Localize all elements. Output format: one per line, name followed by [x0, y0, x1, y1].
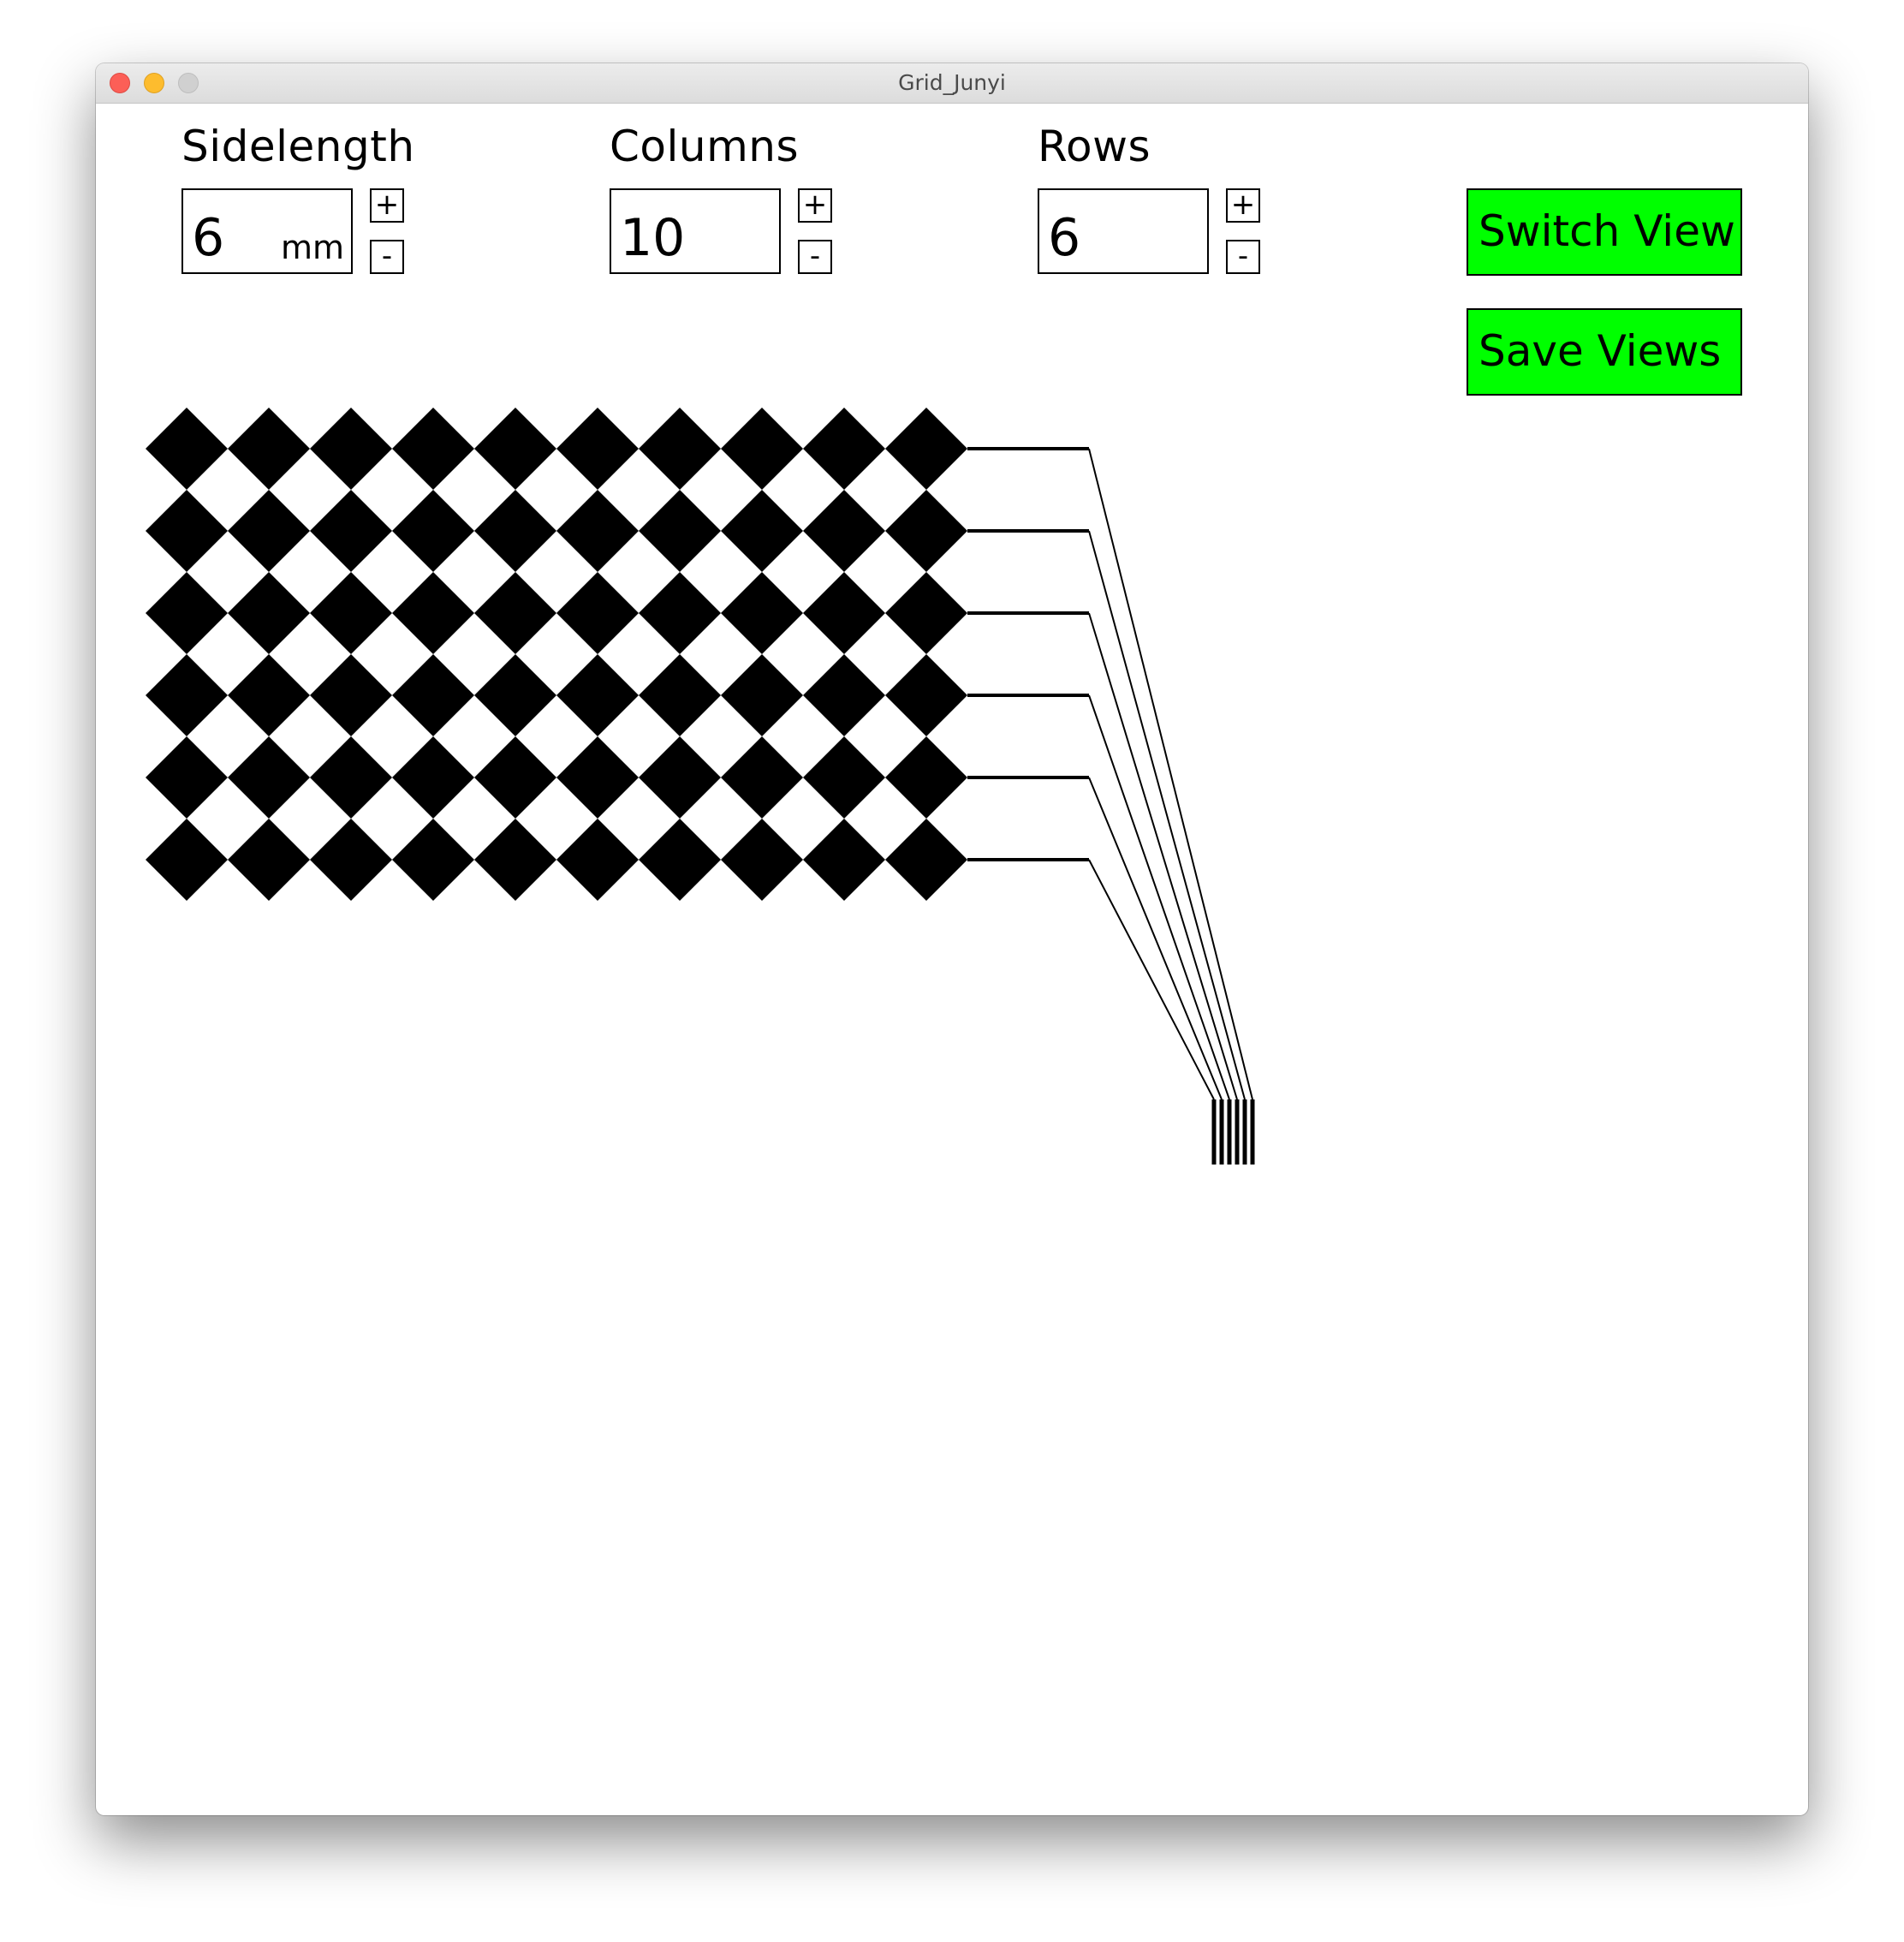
diamond-tile: [228, 654, 310, 736]
diamond-tile: [392, 736, 474, 819]
diamond-tile: [228, 819, 310, 901]
diamond-tile: [721, 736, 803, 819]
diamond-tile: [310, 572, 392, 654]
diamond-tile: [146, 572, 228, 654]
diamond-tile: [228, 408, 310, 490]
diamond-tile: [803, 819, 885, 901]
diamond-tile: [885, 654, 967, 736]
diamond-tile: [474, 490, 556, 572]
diamond-tile: [556, 654, 639, 736]
diamond-tile: [721, 654, 803, 736]
diamond-tile: [310, 819, 392, 901]
diamond-tile: [639, 490, 721, 572]
row-lead-diagonal: [1088, 859, 1215, 1100]
row-lead-diagonal: [1088, 612, 1238, 1100]
diamond-tile: [885, 736, 967, 819]
main-canvas: Sidelength 6 mm + - Columns 10 + - Rows …: [96, 103, 1808, 1815]
diamond-tile: [228, 572, 310, 654]
diamond-tile: [803, 654, 885, 736]
diamond-tile: [885, 819, 967, 901]
diamond-tile: [721, 572, 803, 654]
window-title: Grid_Junyi: [898, 70, 1006, 95]
diamond-tile: [474, 408, 556, 490]
diamond-tile: [803, 490, 885, 572]
diamond-tile: [474, 572, 556, 654]
diamond-tile: [474, 654, 556, 736]
diamond-tile: [803, 736, 885, 819]
row-leads: [967, 447, 1253, 1100]
diamond-tile: [639, 572, 721, 654]
diamond-tile: [392, 490, 474, 572]
diamond-tile: [228, 736, 310, 819]
diamond-tile: [556, 736, 639, 819]
diamond-tile: [474, 819, 556, 901]
diamond-tile: [885, 408, 967, 490]
diamond-tile: [146, 490, 228, 572]
diamond-tile: [556, 408, 639, 490]
diamond-tile: [146, 408, 228, 490]
row-lead-diagonal: [1088, 694, 1230, 1100]
diamond-tile: [392, 572, 474, 654]
diamond-tile: [474, 736, 556, 819]
grid-preview: [146, 408, 1255, 1165]
title-bar[interactable]: Grid_Junyi: [96, 63, 1808, 104]
diamond-tile: [228, 490, 310, 572]
row-lead-diagonal: [1088, 448, 1253, 1100]
diamond-tile: [556, 572, 639, 654]
diamond-tile: [803, 572, 885, 654]
connector-pins: [1211, 1099, 1255, 1165]
diamond-tile: [639, 736, 721, 819]
diamond-tile: [310, 654, 392, 736]
diamond-tile: [639, 819, 721, 901]
diamond-tile: [146, 654, 228, 736]
diamond-tile: [392, 654, 474, 736]
diamond-tiles: [146, 408, 967, 901]
app-window: Grid_Junyi Sidelength 6 mm + - Columns 1…: [96, 63, 1808, 1815]
diamond-tile: [803, 408, 885, 490]
diamond-tile: [885, 490, 967, 572]
row-lead-diagonal: [1088, 777, 1223, 1100]
diamond-tile: [310, 736, 392, 819]
diamond-tile: [639, 654, 721, 736]
diamond-tile: [146, 819, 228, 901]
diamond-tile: [146, 736, 228, 819]
diamond-tile: [721, 408, 803, 490]
diamond-tile: [885, 572, 967, 654]
diamond-tile: [556, 490, 639, 572]
diamond-tile: [392, 408, 474, 490]
diamond-tile: [721, 490, 803, 572]
diamond-tile: [310, 408, 392, 490]
row-lead-diagonal: [1088, 530, 1246, 1100]
diamond-tile: [392, 819, 474, 901]
diamond-tile: [310, 490, 392, 572]
diamond-tile: [556, 819, 639, 901]
diamond-tile: [639, 408, 721, 490]
diamond-tile: [721, 819, 803, 901]
